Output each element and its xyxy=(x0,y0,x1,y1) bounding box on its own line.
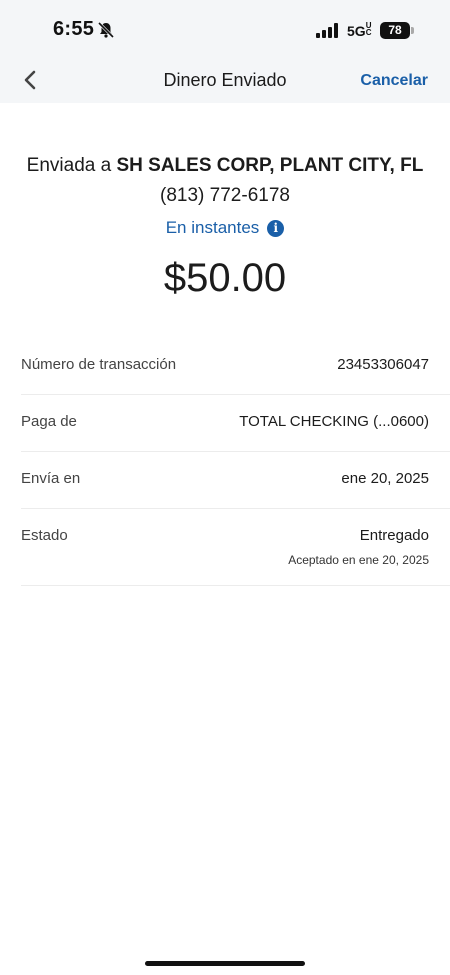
detail-label: Envía en xyxy=(21,470,81,487)
sent-to-prefix: Enviada a xyxy=(26,155,117,176)
nav-bar: Dinero Enviado Cancelar xyxy=(0,60,450,100)
battery-icon: 78 xyxy=(380,22,414,39)
status-time: 6:55 xyxy=(53,18,95,40)
detail-label: Número de transacción xyxy=(21,356,177,373)
detail-value: 23453306047 xyxy=(337,356,429,373)
recipient-line: Enviada a SH SALES CORP, PLANT CITY, FL xyxy=(0,151,450,181)
detail-label: Paga de xyxy=(21,413,77,430)
details-list: Número de transacción 23453306047 Paga d… xyxy=(21,338,450,586)
status-values: Entregado Aceptado en ene 20, 2025 xyxy=(288,527,429,567)
detail-row-send-on: Envía en ene 20, 2025 xyxy=(21,452,450,509)
status-value: Entregado xyxy=(359,527,429,544)
recipient-name: SH SALES CORP, PLANT CITY, FL xyxy=(116,155,424,176)
detail-value: TOTAL CHECKING (...0600) xyxy=(239,413,429,430)
info-icon[interactable]: i xyxy=(267,219,285,237)
detail-value: ene 20, 2025 xyxy=(341,470,429,487)
bell-muted-icon xyxy=(97,21,115,39)
transfer-summary: Enviada a SH SALES CORP, PLANT CITY, FL … xyxy=(0,103,450,301)
detail-label: Estado xyxy=(21,527,68,544)
delivery-speed-link[interactable]: En instantes i xyxy=(166,218,285,238)
detail-row-transaction: Número de transacción 23453306047 xyxy=(21,338,450,395)
status-subtext: Aceptado en ene 20, 2025 xyxy=(288,553,429,567)
signal-icon xyxy=(316,23,338,38)
status-bar: 6:55 5GUC 78 xyxy=(0,0,450,60)
detail-row-pay-from: Paga de TOTAL CHECKING (...0600) xyxy=(21,395,450,452)
header-area: 6:55 5GUC 78 Dinero Enviado Cancelar xyxy=(0,0,450,103)
cancel-button[interactable]: Cancelar xyxy=(360,72,428,90)
detail-row-status: Estado Entregado Aceptado en ene 20, 202… xyxy=(21,509,450,586)
home-indicator[interactable] xyxy=(145,961,305,966)
delivery-speed-label: En instantes xyxy=(165,218,260,237)
battery-level: 78 xyxy=(380,22,410,39)
network-label: 5GUC xyxy=(347,21,372,40)
recipient-phone: (813) 772-6178 xyxy=(160,185,290,206)
amount: $50.00 xyxy=(163,256,287,300)
